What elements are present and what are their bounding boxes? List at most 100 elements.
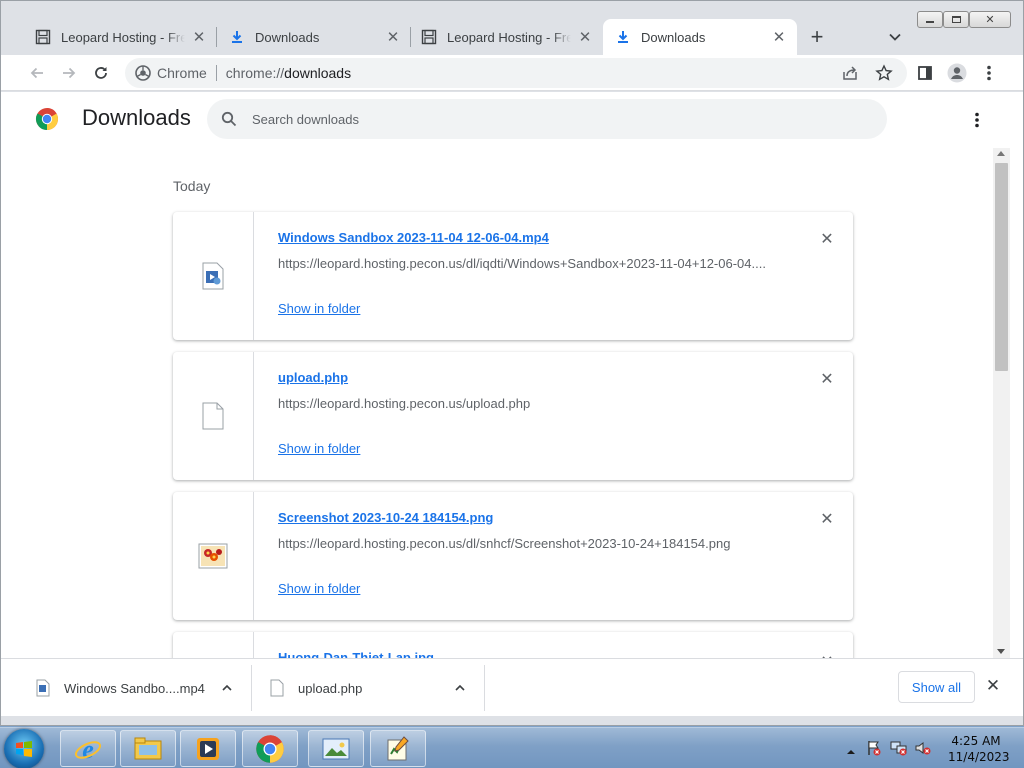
arrow-right-icon — [63, 67, 76, 79]
download-icon — [615, 29, 631, 45]
vertical-scrollbar[interactable] — [993, 148, 1010, 658]
back-button[interactable] — [23, 59, 51, 87]
tab-leopard-hosting-2[interactable]: Leopard Hosting - Free ✕ — [409, 19, 603, 55]
close-icon: ✕ — [820, 511, 834, 528]
downloads-page: Downloads Today Windows Sandbox 2023-11-… — [1, 92, 1023, 658]
action-center-flag-icon[interactable] — [866, 740, 882, 761]
show-in-folder-link[interactable]: Show in folder — [278, 441, 360, 456]
chevron-up-icon[interactable] — [846, 743, 856, 761]
shelf-item[interactable]: upload.php — [269, 667, 479, 709]
file-name-link[interactable]: upload.php — [278, 370, 348, 385]
share-icon[interactable] — [841, 64, 859, 85]
close-icon: ✕ — [820, 371, 834, 388]
taskbar-chrome[interactable] — [242, 730, 298, 767]
file-icon-column — [173, 212, 254, 340]
tab-title: Leopard Hosting - Free — [61, 29, 185, 45]
show-all-button[interactable]: Show all — [898, 671, 975, 703]
tab-downloads-active[interactable]: Downloads ✕ — [603, 19, 797, 55]
download-item: Huong-Dan-Thiet-Lap.jpg — [173, 632, 853, 658]
maximize-button[interactable] — [943, 11, 969, 28]
reload-button[interactable] — [87, 59, 115, 87]
search-input[interactable] — [252, 111, 852, 127]
file-icon-column — [173, 492, 254, 620]
star-icon[interactable] — [875, 64, 893, 85]
maximize-icon — [951, 16, 961, 23]
tab-downloads-1[interactable]: Downloads ✕ — [217, 19, 411, 55]
url-text: chrome://downloads — [226, 65, 351, 81]
expand-button[interactable] — [817, 649, 837, 658]
image-viewer-icon — [322, 738, 350, 759]
blank-file-icon — [202, 402, 224, 430]
network-icon[interactable] — [890, 740, 908, 761]
taskbar-media-player[interactable] — [180, 730, 236, 767]
scroll-up-arrow-icon[interactable] — [997, 151, 1005, 156]
shelf-item[interactable]: Windows Sandbo....mp4 — [35, 667, 245, 709]
tab-leopard-hosting-1[interactable]: Leopard Hosting - Free ✕ — [23, 19, 217, 55]
close-window-button[interactable]: ✕ — [969, 11, 1011, 28]
more-vert-icon — [987, 65, 991, 81]
start-button[interactable] — [4, 729, 44, 768]
chevron-up-icon[interactable] — [219, 680, 235, 696]
shelf-separator — [251, 665, 252, 711]
browser-menu-button[interactable] — [975, 59, 1003, 87]
close-icon[interactable]: ✕ — [385, 29, 401, 46]
close-icon[interactable]: ✕ — [577, 29, 593, 46]
divider — [215, 65, 217, 81]
browser-window: Leopard Hosting - Free ✕ Downloads ✕ Leo… — [0, 0, 1024, 726]
address-bar[interactable]: Chrome chrome://downloads — [125, 58, 907, 88]
site-chip[interactable]: Chrome — [125, 65, 207, 81]
minimize-icon — [926, 21, 934, 23]
video-file-icon — [202, 262, 224, 290]
download-icon — [229, 29, 245, 45]
internet-explorer-icon: e — [74, 735, 102, 764]
reload-icon — [95, 67, 107, 79]
remove-download-button[interactable]: ✕ — [817, 509, 837, 529]
taskbar-internet-explorer[interactable]: e — [60, 730, 116, 767]
taskbar-editor[interactable] — [370, 730, 426, 767]
page-icon — [421, 29, 437, 45]
file-icon-column — [173, 632, 254, 658]
blank-file-icon — [269, 679, 285, 697]
chrome-icon — [256, 734, 284, 763]
date-heading: Today — [173, 178, 211, 194]
file-name-link[interactable]: Screenshot 2023-10-24 184154.png — [278, 510, 493, 525]
arrow-left-icon — [30, 67, 43, 79]
svg-text:e: e — [82, 735, 94, 764]
taskbar-file-explorer[interactable] — [120, 730, 176, 767]
chevron-up-icon[interactable] — [452, 680, 468, 696]
taskbar-image-viewer[interactable] — [308, 730, 364, 767]
source-url: https://leopard.hosting.pecon.us/upload.… — [278, 396, 531, 411]
remove-download-button[interactable]: ✕ — [817, 369, 837, 389]
file-name-link[interactable]: Huong-Dan-Thiet-Lap.jpg — [278, 650, 434, 658]
video-file-icon — [35, 679, 51, 697]
scroll-down-arrow-icon[interactable] — [997, 649, 1005, 654]
profile-button[interactable] — [943, 59, 971, 87]
close-shelf-button[interactable]: ✕ — [983, 676, 1003, 696]
search-box[interactable] — [207, 99, 887, 139]
shelf-item-label: upload.php — [298, 680, 363, 696]
page-header: Downloads — [1, 92, 1023, 148]
clock[interactable]: 4:25 AM 11/4/2023 — [948, 733, 1010, 765]
tab-search-button[interactable] — [885, 27, 905, 47]
page-menu-button[interactable] — [967, 108, 987, 132]
shelf-item-label: Windows Sandbo....mp4 — [64, 680, 205, 696]
close-icon[interactable]: ✕ — [191, 29, 207, 46]
close-icon: ✕ — [985, 14, 995, 26]
source-url: https://leopard.hosting.pecon.us/dl/iqdt… — [278, 256, 766, 271]
new-tab-button[interactable]: + — [805, 24, 829, 49]
page-icon — [35, 29, 51, 45]
show-in-folder-link[interactable]: Show in folder — [278, 581, 360, 596]
scrollbar-thumb[interactable] — [995, 163, 1008, 371]
tab-title: Downloads — [641, 29, 706, 45]
chevron-down-icon — [889, 33, 901, 41]
volume-muted-icon[interactable] — [914, 740, 932, 761]
forward-button[interactable] — [55, 59, 83, 87]
page-title: Downloads — [82, 105, 191, 130]
close-icon[interactable]: ✕ — [771, 29, 787, 46]
remove-download-button[interactable]: ✕ — [817, 229, 837, 249]
show-in-folder-link[interactable]: Show in folder — [278, 301, 360, 316]
side-panel-button[interactable] — [911, 59, 939, 87]
minimize-button[interactable] — [917, 11, 943, 28]
source-url: https://leopard.hosting.pecon.us/dl/snhc… — [278, 536, 731, 551]
file-name-link[interactable]: Windows Sandbox 2023-11-04 12-06-04.mp4 — [278, 230, 549, 245]
